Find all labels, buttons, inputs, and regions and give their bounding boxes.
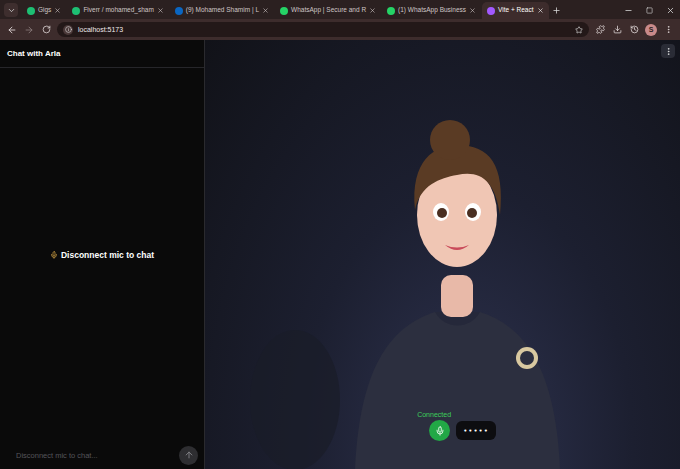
- history-icon: [630, 25, 639, 34]
- puzzle-icon: [596, 25, 605, 34]
- browser-window: Gigs Fiverr / mohamed_sham (9) Mohamed Sha…: [0, 0, 680, 469]
- close-icon[interactable]: [262, 7, 269, 14]
- forward-button[interactable]: [23, 24, 35, 36]
- chat-message: Disconnect mic to chat: [0, 68, 204, 441]
- chevron-icon: [7, 6, 16, 15]
- close-icon[interactable]: [54, 7, 61, 14]
- tab-bar: Gigs Fiverr / mohamed_sham (9) Mohamed Sha…: [0, 0, 680, 19]
- favicon-icon: [175, 7, 183, 15]
- send-button[interactable]: [179, 446, 198, 465]
- browser-tab[interactable]: (1) WhatsApp Business: [382, 2, 481, 19]
- arrow-right-icon: [24, 25, 34, 35]
- microphone-icon: [435, 426, 445, 436]
- browser-tab[interactable]: WhatsApp | Secure and R: [275, 2, 381, 19]
- chat-input[interactable]: [14, 450, 173, 461]
- avatar-figure: [205, 40, 680, 469]
- address-bar[interactable]: localhost:5173: [57, 22, 589, 37]
- stage-menu-button[interactable]: [661, 44, 675, 58]
- minimize-icon: [624, 6, 633, 15]
- minimize-button[interactable]: [618, 2, 638, 19]
- avatar-stage: Connected •••••: [205, 40, 680, 469]
- back-button[interactable]: [6, 24, 18, 36]
- chat-input-bar: [0, 441, 204, 469]
- audio-level-button[interactable]: •••••: [456, 421, 496, 440]
- tab-label: (1) WhatsApp Business: [398, 7, 466, 14]
- star-icon[interactable]: [575, 26, 583, 34]
- tab-label: Fiverr / mohamed_sham: [83, 7, 153, 14]
- microphone-icon: [50, 251, 58, 259]
- maximize-button[interactable]: [639, 2, 659, 19]
- reload-icon: [42, 25, 51, 34]
- downloads-button[interactable]: [611, 24, 623, 36]
- reload-button[interactable]: [40, 24, 52, 36]
- profile-avatar[interactable]: S: [645, 24, 657, 36]
- tab-label: Gigs: [38, 7, 51, 14]
- site-info-icon[interactable]: [63, 25, 73, 35]
- tab-label: WhatsApp | Secure and R: [291, 7, 366, 14]
- download-icon: [613, 25, 622, 34]
- favicon-icon: [387, 7, 395, 15]
- close-window-button[interactable]: [660, 2, 680, 19]
- close-icon[interactable]: [469, 7, 476, 14]
- close-icon[interactable]: [369, 7, 376, 14]
- arrow-up-icon: [184, 450, 194, 460]
- menu-icon: [664, 25, 673, 34]
- menu-icon: [664, 47, 673, 56]
- new-tab-button[interactable]: [550, 2, 564, 19]
- favicon-icon: [72, 7, 80, 15]
- favicon-icon: [487, 7, 495, 15]
- arrow-left-icon: [7, 25, 17, 35]
- favicon-icon: [280, 7, 288, 15]
- extension-button[interactable]: [594, 24, 606, 36]
- browser-tab[interactable]: Fiverr / mohamed_sham: [67, 2, 168, 19]
- address-text: localhost:5173: [78, 26, 123, 33]
- close-icon[interactable]: [157, 7, 164, 14]
- favicon-icon: [27, 7, 35, 15]
- tab-label: (9) Mohamed Shamim | L: [186, 7, 259, 14]
- browser-tab[interactable]: Gigs: [22, 2, 66, 19]
- connection-status: Connected: [417, 411, 451, 418]
- close-icon: [666, 6, 675, 15]
- browser-tab[interactable]: Vite + React: [482, 2, 548, 19]
- app-page: Chat with ArlaDisconnect mic to chatConn…: [0, 40, 680, 469]
- close-icon[interactable]: [537, 7, 544, 14]
- chat-panel: Chat with ArlaDisconnect mic to chat: [0, 40, 205, 469]
- toolbar: localhost:5173 S: [0, 19, 680, 40]
- tab-search-button[interactable]: [4, 3, 18, 17]
- mic-button[interactable]: [429, 420, 450, 441]
- browser-tab[interactable]: (9) Mohamed Shamim | L: [170, 2, 274, 19]
- tab-label: Vite + React: [498, 7, 533, 14]
- chat-title: Chat with Arla: [0, 40, 204, 68]
- history-button[interactable]: [628, 24, 640, 36]
- plus-icon: [552, 6, 561, 15]
- maximize-icon: [646, 7, 653, 14]
- voice-controls: Connected •••••: [205, 411, 680, 441]
- browser-menu-button[interactable]: [662, 24, 674, 36]
